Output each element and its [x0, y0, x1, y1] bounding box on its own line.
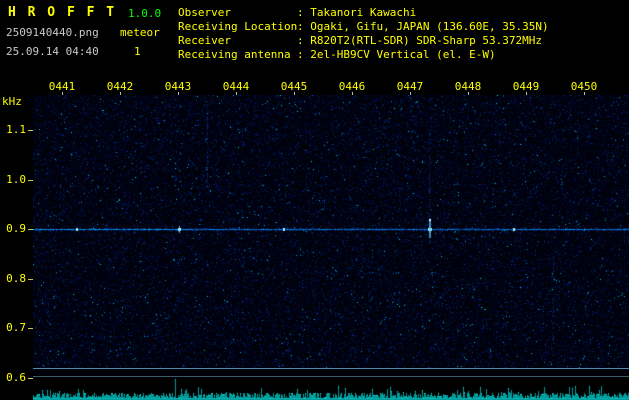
info-label: Receiving antenna — [178, 48, 291, 61]
observation-datetime: 25.09.14 04:40 — [6, 45, 99, 58]
info-value: : Takanori Kawachi — [297, 6, 417, 19]
app-title: H R O F F T — [8, 5, 117, 20]
level-strip-separator-bottom — [33, 376, 629, 377]
info-label: Receiving Location — [178, 20, 298, 33]
level-canvas — [33, 378, 629, 400]
freq-label: 1.0 — [6, 172, 26, 186]
info-value: : R820T2(RTL-SDR) SDR-Sharp 53.372MHz — [297, 34, 543, 47]
freq-label: 0.8 — [6, 271, 26, 285]
time-axis: 0441 0442 0443 0444 0445 0446 0447 0448 0449 0450 — [33, 80, 629, 96]
mode-label: meteor — [120, 26, 160, 39]
info-label: Receiver — [178, 34, 231, 47]
info-label: Observer — [178, 6, 231, 19]
freq-label: 0.7 — [6, 321, 26, 334]
freq-axis: 1.1 1.0 0.9 0.8 0.7 0.6 — [0, 95, 33, 400]
echo-count: 1 — [134, 45, 141, 58]
level-strip-separator-top — [33, 368, 629, 369]
hrofft-screen: H R O F F T 1.0.0 2509140440.png meteor … — [0, 0, 629, 400]
info-block: Observer : Takanori Kawachi Receiving Loca… — [178, 6, 549, 62]
info-value: : Ogaki, Gifu, JAPAN (136.60E, 35.35N) — [297, 20, 549, 33]
info-value: : 2el-HB9CV Vertical (el. E-W) — [297, 48, 496, 61]
info-row: Observer : Takanori Kawachi — [178, 6, 549, 20]
info-row: Receiver : R820T2(RTL-SDR) SDR-Sharp 53.3… — [178, 34, 549, 48]
app-version: 1.0.0 — [128, 7, 162, 20]
spectrogram-plot — [33, 95, 629, 400]
freq-label: 0.6 — [6, 370, 26, 384]
spectrogram-canvas — [33, 95, 629, 368]
info-row: Receiving Location: Ogaki, Gifu, JAPAN (… — [178, 20, 549, 34]
info-row: Receiving antenna : 2el-HB9CV Vertical (e… — [178, 48, 549, 62]
output-filename: 2509140440.png — [6, 26, 99, 39]
freq-label: 1.1 — [6, 123, 26, 136]
freq-label: 0.9 — [6, 222, 26, 235]
